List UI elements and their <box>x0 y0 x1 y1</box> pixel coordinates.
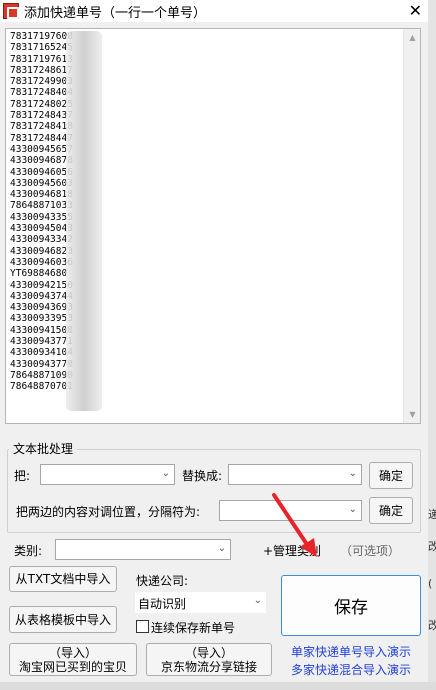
list-item: 43300943693 <box>10 302 73 314</box>
title-bar: 添加快递单号（一行一个单号） ✕ <box>0 0 436 22</box>
list-item: 43300945657 <box>10 143 73 155</box>
chevron-down-icon: ⌄ <box>348 468 357 479</box>
privacy-blur-mask <box>66 31 102 411</box>
swap-label: 把两边的内容对调位置，分隔符为: <box>16 505 201 519</box>
list-item: 78648870701 <box>10 381 73 393</box>
chevron-down-icon: ⌄ <box>161 468 170 479</box>
replace-to-combo[interactable]: ⌄ <box>228 464 362 485</box>
save-new-label: 连续保存新单号 <box>151 621 236 635</box>
save-new-checkbox[interactable] <box>136 620 149 633</box>
multi-import-demo-link[interactable]: 多家快递混合导入演示 <box>291 661 411 678</box>
chevron-down-icon: ⌄ <box>348 504 357 515</box>
list-item: 43300945043 <box>10 223 73 235</box>
list-item: 43300946818 <box>10 189 73 201</box>
replace-from-label: 把: <box>14 469 31 483</box>
list-item: 43300943355 <box>10 211 73 223</box>
annotation-arrow-icon <box>272 493 317 557</box>
import-taobao-line1: （导入） <box>48 645 97 660</box>
window-title: 添加快递单号（一行一个单号） <box>24 5 207 21</box>
tracking-number-lines: 78317197608 78317165245 78317197613 7831724… <box>10 31 120 393</box>
list-item: 78317248404 <box>10 87 73 99</box>
swap-confirm-button[interactable]: 确定 <box>369 497 413 524</box>
category-label: 类别: <box>14 544 43 558</box>
replace-from-combo[interactable]: ⌄ <box>40 464 175 485</box>
list-item: 43300934104 <box>10 347 73 359</box>
tracking-number-textarea[interactable]: 78317197608 78317165245 78317197613 7831724… <box>5 28 421 424</box>
list-item: YT69884680 <box>10 268 68 280</box>
close-icon[interactable]: ✕ <box>409 0 422 22</box>
import-jd-button[interactable]: （导入） 京东物流分享链接 <box>146 643 272 676</box>
list-item: 78317248617 <box>10 64 73 76</box>
list-item: 78317197608 <box>10 31 73 42</box>
list-item: 78317249903 <box>10 76 73 88</box>
import-taobao-line2: 淘宝网已买到的宝贝 <box>18 659 127 674</box>
import-jd-line1: （导入） <box>184 645 233 660</box>
list-item: 78317165245 <box>10 42 73 54</box>
list-item: 78317248025 <box>10 98 73 110</box>
list-item: 78317248437 <box>10 110 73 122</box>
edge-fragment-b: 改 <box>428 540 436 553</box>
taskbar-edge <box>0 682 436 690</box>
courier-label: 快递公司: <box>136 574 189 588</box>
vertical-scrollbar[interactable]: ▲ ▼ <box>403 29 420 423</box>
import-txt-button[interactable]: 从TXT文档中导入 <box>9 566 117 592</box>
list-item: 43300943342 <box>10 234 73 246</box>
save-button[interactable]: 保存 <box>281 575 421 636</box>
optional-hint: （可选项） <box>340 544 401 558</box>
list-item: 43300943778 <box>10 358 73 370</box>
scroll-down-icon[interactable]: ▼ <box>404 410 420 419</box>
list-item: 43300946056 <box>10 166 73 178</box>
courier-value: 自动识别 <box>138 597 187 611</box>
list-item: 78648871090 <box>10 369 73 381</box>
edge-fragment-c: ( <box>428 577 433 590</box>
app-logo-icon <box>3 3 19 19</box>
list-item: 78648871033 <box>10 200 73 212</box>
chevron-down-icon: ⌄ <box>253 595 262 606</box>
list-item: 43300946823 <box>10 245 73 257</box>
list-item: 43300943744 <box>10 290 73 302</box>
chevron-down-icon: ⌄ <box>217 543 226 554</box>
edge-fragment-a: 递 <box>428 508 436 521</box>
import-taobao-button[interactable]: （导入） 淘宝网已买到的宝贝 <box>9 643 137 676</box>
list-item: 43300942150 <box>10 279 73 291</box>
courier-combo[interactable]: 自动识别 ⌄ <box>135 592 266 613</box>
import-excel-button[interactable]: 从表格模板中导入 <box>9 606 117 633</box>
single-import-demo-link[interactable]: 单家快递单号导入演示 <box>291 643 411 660</box>
list-item: 43300941508 <box>10 324 73 336</box>
list-item: 78317248418 <box>10 121 73 133</box>
scroll-up-icon[interactable]: ▲ <box>404 33 420 42</box>
replace-confirm-button[interactable]: 确定 <box>369 462 413 489</box>
list-item: 78317248447 <box>10 132 73 144</box>
list-item: 43300933953 <box>10 313 73 325</box>
list-item: 43300946878 <box>10 155 73 167</box>
category-combo[interactable]: ⌄ <box>55 539 231 560</box>
list-item: 78317197613 <box>10 53 73 65</box>
list-item: 43300946036 <box>10 256 73 268</box>
batch-group-title: 文本批处理 <box>9 440 78 457</box>
list-item: 43300943771 <box>10 336 73 348</box>
edge-fragment-d: 改 <box>428 619 436 632</box>
background-window-edge: 递 改 ( 改 <box>428 0 436 690</box>
replace-to-label: 替换成: <box>182 469 223 483</box>
import-jd-line2: 京东物流分享链接 <box>160 659 257 674</box>
list-item: 43300945603 <box>10 177 73 189</box>
